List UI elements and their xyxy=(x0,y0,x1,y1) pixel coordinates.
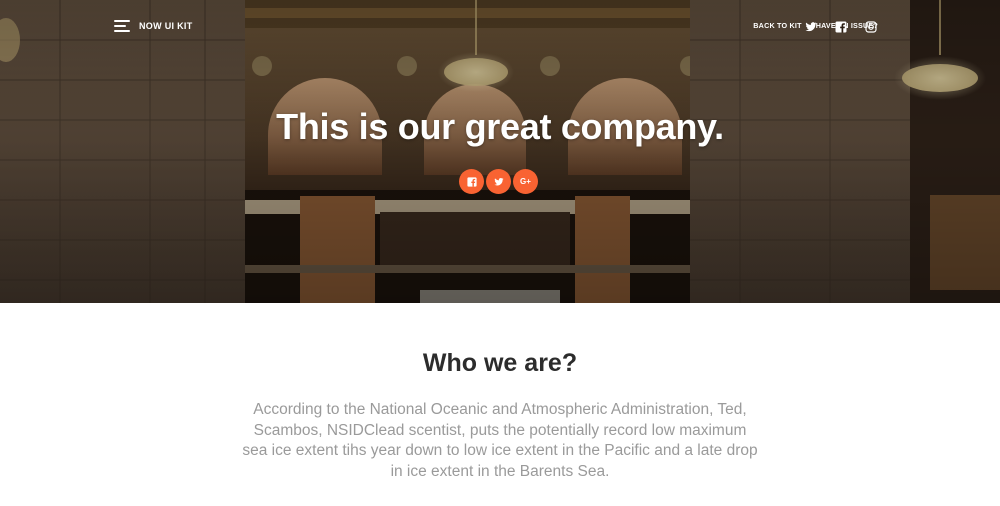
twitter-icon xyxy=(493,177,504,185)
hero-header: NOW UI KIT BACK TO KIT HAVE AN ISSUE? Th… xyxy=(0,0,1000,303)
google-plus-icon: G+ xyxy=(520,177,531,186)
brand-label[interactable]: NOW UI KIT xyxy=(139,21,193,31)
section-title: Who we are? xyxy=(422,349,578,377)
hero-title: This is our great company. xyxy=(276,106,724,147)
hamburger-menu-icon[interactable] xyxy=(114,20,130,32)
share-buttons: G+ xyxy=(459,169,538,194)
share-facebook-button[interactable] xyxy=(459,169,484,194)
twitter-icon[interactable] xyxy=(804,20,817,33)
facebook-icon[interactable] xyxy=(834,20,847,33)
navbar: NOW UI KIT BACK TO KIT HAVE AN ISSUE? xyxy=(0,0,1000,56)
share-google-plus-button[interactable]: G+ xyxy=(513,169,538,194)
instagram-icon[interactable] xyxy=(864,20,877,33)
navbar-brand[interactable]: NOW UI KIT xyxy=(114,20,193,32)
share-twitter-button[interactable] xyxy=(486,169,511,194)
section-description: According to the National Oceanic and At… xyxy=(242,401,758,480)
nav-link-back-to-kit[interactable]: BACK TO KIT xyxy=(753,21,801,30)
facebook-icon xyxy=(466,176,477,187)
